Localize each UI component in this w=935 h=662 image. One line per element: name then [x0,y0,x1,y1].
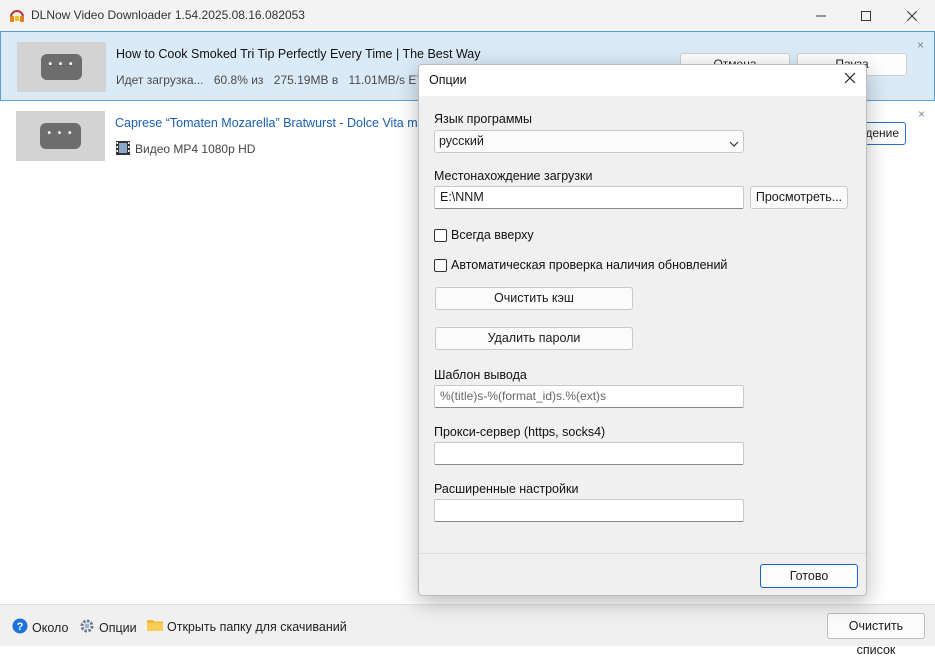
maximize-icon [861,10,871,21]
download-title-link[interactable]: Caprese “Tomaten Mozarella” Bratwurst - … [115,116,434,130]
language-value: русский [439,134,484,148]
format-label: Видео MP4 1080p HD [135,142,256,156]
dialog-footer: Готово [419,553,866,595]
about-button[interactable]: ? Около [12,618,68,637]
close-button[interactable] [889,0,935,31]
help-icon: ? [12,618,32,637]
auto-update-label: Автоматическая проверка наличия обновлен… [451,258,728,272]
remove-item-icon[interactable]: × [918,107,925,121]
clear-cache-button[interactable]: Очистить кэш [435,287,633,310]
gear-icon [79,618,99,637]
location-field[interactable]: E:\NNM [434,186,744,209]
headphones-icon [9,8,25,23]
proxy-field[interactable] [434,442,744,465]
chevron-down-icon [729,137,739,151]
dialog-title: Опции [429,73,467,87]
open-folder-label: Открыть папку для скачиваний [167,619,347,634]
title-bar: DLNow Video Downloader 1.54.2025.08.16.0… [0,0,935,31]
minimize-button[interactable] [798,0,844,31]
placeholder-icon: • • • [41,54,82,80]
auto-update-checkbox[interactable]: Автоматическая проверка наличия обновлен… [434,258,727,272]
template-label: Шаблон вывода [434,368,527,382]
video-thumbnail: • • • [16,111,105,161]
options-dialog: Опции Язык программы русский Местонахожд… [418,64,867,596]
advanced-field[interactable] [434,499,744,522]
minimize-icon [816,11,826,21]
language-label: Язык программы [434,112,532,126]
checkbox-box [434,258,447,272]
clear-list-button[interactable]: Очистить список [827,613,925,657]
options-label: Опции [99,620,137,635]
folder-icon [147,618,167,635]
window-title: DLNow Video Downloader 1.54.2025.08.16.0… [31,8,305,22]
dialog-body: Язык программы русский Местонахождение з… [419,96,866,553]
status-text: Идет загрузка... [116,73,204,87]
size-text: 275.19MB в [273,73,339,87]
placeholder-icon: • • • [40,123,81,149]
always-on-top-label: Всегда вверху [451,228,534,242]
checkbox-box [434,228,447,242]
browse-button[interactable]: Просмотреть... [750,186,848,209]
proxy-label: Прокси-сервер (https, socks4) [434,425,606,439]
bottom-toolbar: ? Около Опции Открыть папку для скачиван… [0,604,935,657]
video-thumbnail: • • • [17,42,106,92]
download-title: How to Cook Smoked Tri Tip Perfectly Eve… [116,47,481,61]
open-folder-button[interactable]: Открыть папку для скачиваний [147,618,347,635]
maximize-button[interactable] [843,0,889,31]
location-label: Местонахождение загрузки [434,169,593,183]
language-select[interactable]: русский [434,130,744,153]
options-button[interactable]: Опции [79,618,137,637]
about-label: Около [32,620,69,635]
film-icon [116,141,130,158]
download-status: Идет загрузка... 60.8% из 275.19MB в 11.… [116,73,454,87]
template-field[interactable]: %(title)s-%(format_id)s.%(ext)s [434,385,744,408]
done-button[interactable]: Готово [760,564,858,588]
close-icon[interactable] [844,72,856,87]
advanced-label: Расширенные настройки [434,482,579,496]
progress-text: 60.8% из [213,73,264,87]
always-on-top-checkbox[interactable]: Всегда вверху [434,228,534,242]
svg-text:?: ? [17,621,24,633]
delete-passwords-button[interactable]: Удалить пароли [435,327,633,350]
remove-item-icon[interactable]: × [917,38,924,52]
close-icon [907,10,917,21]
